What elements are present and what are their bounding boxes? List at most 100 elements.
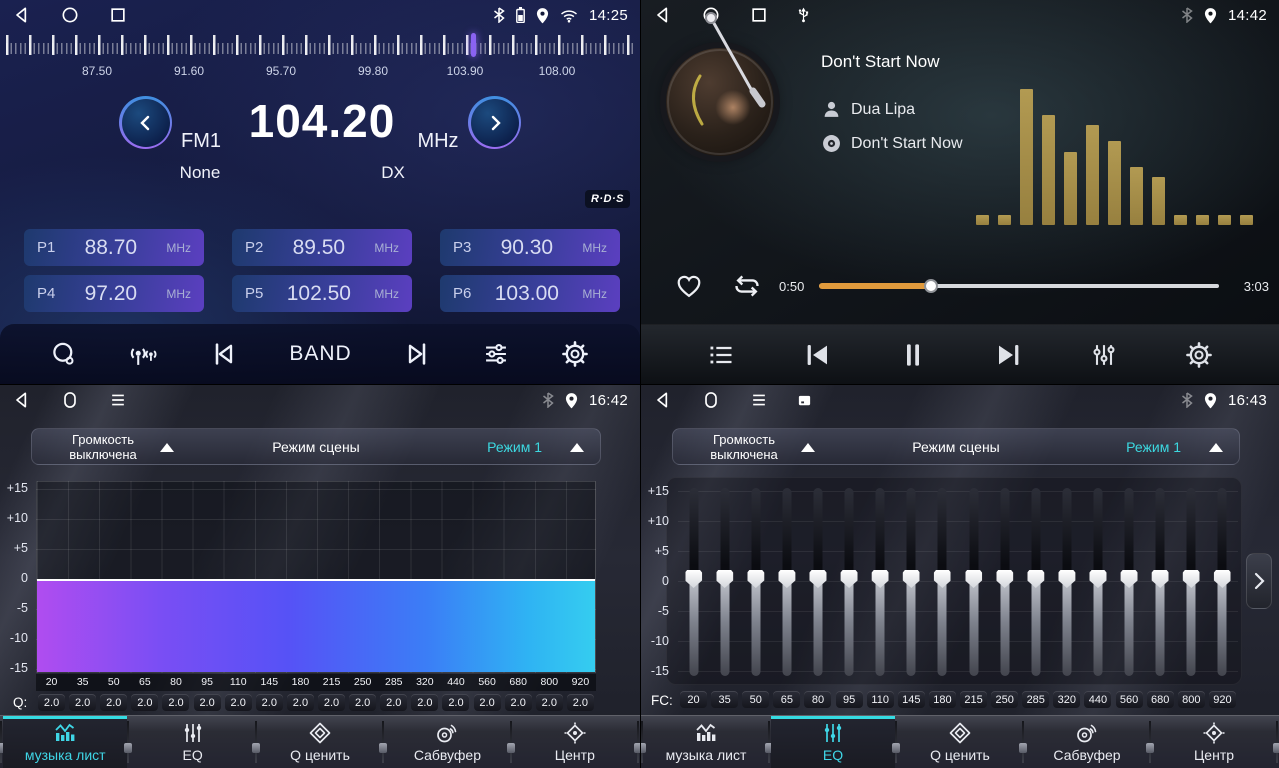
slider-knob[interactable] [1027,570,1044,588]
fc-frequency-button[interactable]: 35 [711,691,738,708]
slider-knob[interactable] [809,570,826,588]
eq-band-slider[interactable] [1114,488,1145,676]
pause-button[interactable] [898,340,928,370]
preset-button-p4[interactable]: P497.20MHz [24,275,204,312]
settings-button[interactable] [561,340,589,368]
scene-expand-triangle[interactable] [1209,443,1223,452]
seek-bar[interactable] [819,284,1219,288]
stations-button[interactable] [129,341,159,368]
scene-mode-value[interactable]: Режим 1 [1126,439,1181,455]
preset-button-p1[interactable]: P188.70MHz [24,229,204,266]
audio-mixer-button[interactable] [1090,341,1118,369]
next-track-button[interactable] [994,340,1024,370]
q-value-button[interactable]: 2.0 [256,694,283,711]
tab-subwoofer[interactable]: Сабвуфер [1025,716,1149,768]
q-value-button[interactable]: 2.0 [162,694,189,711]
slider-knob[interactable] [716,570,733,588]
q-value-button[interactable]: 2.0 [38,694,65,711]
q-value-button[interactable]: 2.0 [69,694,96,711]
nav-menu-icon[interactable] [749,390,769,410]
tab-eq[interactable]: EQ [771,716,895,768]
preset-button-p5[interactable]: P5102.50MHz [232,275,412,312]
eq-band-slider[interactable] [896,488,927,676]
slider-knob[interactable] [747,570,764,588]
tab-center[interactable]: Центр [1152,716,1276,768]
eq-band-slider[interactable] [1082,488,1113,676]
tab-music-list[interactable]: музыка лист [644,716,768,768]
scan-button[interactable] [51,341,78,368]
eq-band-slider[interactable] [709,488,740,676]
slider-knob[interactable] [1152,570,1169,588]
fc-frequency-button[interactable]: 560 [1116,691,1143,708]
fc-frequency-button[interactable]: 20 [680,691,707,708]
q-value-button[interactable]: 2.0 [567,694,594,711]
q-value-button[interactable]: 2.0 [287,694,314,711]
nav-back-icon[interactable] [653,390,673,410]
favorite-button heart-icon[interactable] [674,272,704,300]
slider-knob[interactable] [685,570,702,588]
eq-band-slider[interactable] [678,488,709,676]
tab-q-value[interactable]: Q ценить [258,716,382,768]
slider-knob[interactable] [934,570,951,588]
tab-q-value[interactable]: Q ценить [898,716,1022,768]
q-value-button[interactable]: 2.0 [442,694,469,711]
eq-band-slider[interactable] [958,488,989,676]
fc-frequency-button[interactable]: 80 [804,691,831,708]
fc-frequency-button[interactable]: 800 [1178,691,1205,708]
eq-band-slider[interactable] [1145,488,1176,676]
tune-down-button[interactable] [119,96,172,149]
eq-band-slider[interactable] [1020,488,1051,676]
slider-knob[interactable] [1089,570,1106,588]
eq-band-slider[interactable] [865,488,896,676]
settings-button[interactable] [1185,341,1213,369]
next-page-button[interactable] [1246,553,1272,609]
repeat-button repeat-icon[interactable] [731,272,763,300]
slider-knob[interactable] [778,570,795,588]
playlist-button[interactable] [707,341,735,369]
equalizer-button[interactable] [482,340,510,368]
nav-home-icon[interactable] [60,5,80,25]
fc-frequency-button[interactable]: 320 [1053,691,1080,708]
next-station-button[interactable] [403,340,431,368]
fc-frequency-button[interactable]: 180 [929,691,956,708]
preset-button-p3[interactable]: P390.30MHz [440,229,620,266]
nav-home-icon[interactable] [701,5,721,25]
preset-button-p2[interactable]: P289.50MHz [232,229,412,266]
slider-knob[interactable] [872,570,889,588]
scene-expand-triangle[interactable] [570,443,584,452]
tab-center[interactable]: Центр [513,716,637,768]
slider-knob[interactable] [1214,570,1231,588]
band-button[interactable]: BAND [289,342,351,366]
fc-frequency-button[interactable]: 215 [960,691,987,708]
tuning-ruler[interactable]: 87.50 91.60 95.70 99.80 103.90 108.00 [0,30,640,82]
eq-band-slider[interactable] [802,488,833,676]
tab-subwoofer[interactable]: Сабвуфер [385,716,509,768]
fc-frequency-button[interactable]: 285 [1022,691,1049,708]
tuning-indicator[interactable] [471,33,476,57]
q-value-button[interactable]: 2.0 [411,694,438,711]
fc-frequency-button[interactable]: 110 [867,691,894,708]
fc-frequency-button[interactable]: 680 [1147,691,1174,708]
fc-frequency-button[interactable]: 145 [898,691,925,708]
slider-knob[interactable] [1183,570,1200,588]
fc-frequency-button[interactable]: 50 [742,691,769,708]
slider-knob[interactable] [965,570,982,588]
eq-band-slider[interactable] [740,488,771,676]
preset-button-p6[interactable]: P6103.00MHz [440,275,620,312]
fc-frequency-button[interactable]: 250 [991,691,1018,708]
nav-back-icon[interactable] [653,5,673,25]
eq-band-slider[interactable] [771,488,802,676]
seek-bar-knob[interactable] [924,279,938,293]
eq-band-slider[interactable] [989,488,1020,676]
eq-band-slider[interactable] [1176,488,1207,676]
screenshot-icon[interactable] [797,393,812,408]
q-value-button[interactable]: 2.0 [194,694,221,711]
eq-curve-chart[interactable] [36,481,596,673]
nav-menu-icon[interactable] [108,390,128,410]
nav-home-icon[interactable] [701,390,721,410]
q-value-button[interactable]: 2.0 [380,694,407,711]
tab-eq[interactable]: EQ [130,716,254,768]
eq-band-slider[interactable] [834,488,865,676]
q-value-button[interactable]: 2.0 [536,694,563,711]
q-value-button[interactable]: 2.0 [505,694,532,711]
